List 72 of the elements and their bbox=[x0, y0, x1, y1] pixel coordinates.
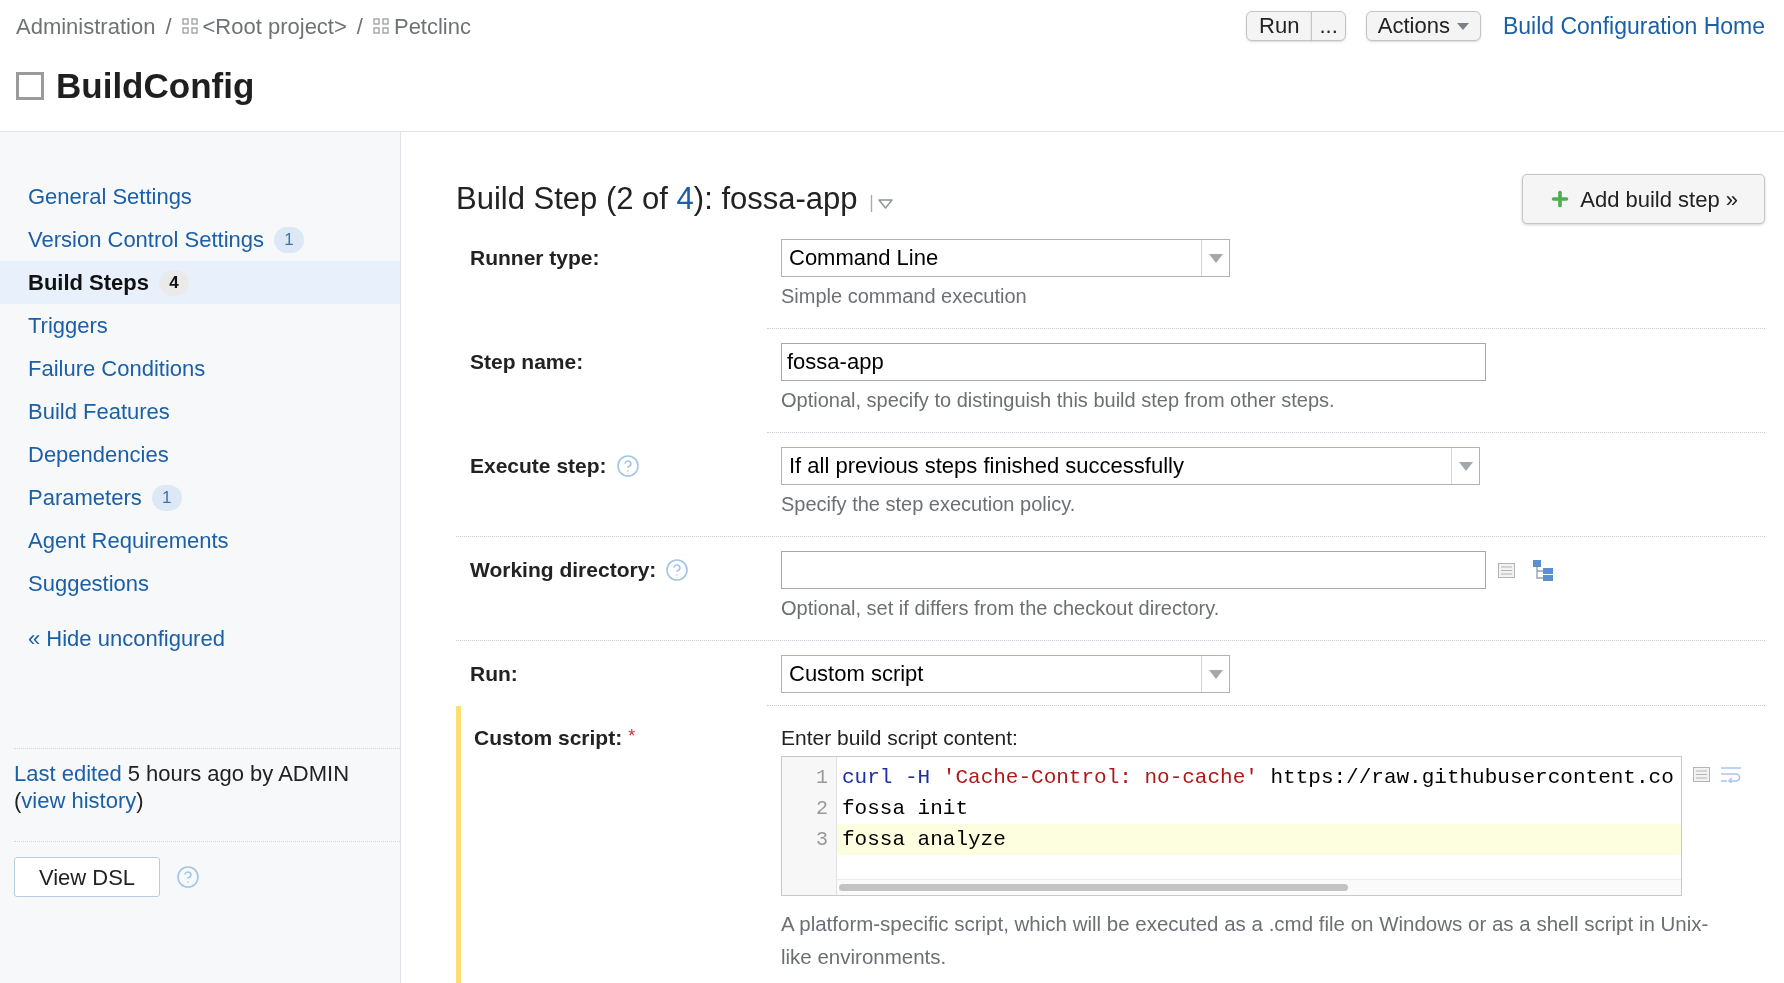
code-line: curl -H 'Cache-Control: no-cache' https://raw.githubusercontent.co bbox=[842, 764, 1674, 791]
dropdown-select[interactable]: Custom script bbox=[781, 655, 1230, 693]
heading-link[interactable]: 4 bbox=[676, 181, 694, 216]
field-label: Custom script: bbox=[474, 725, 623, 751]
help-icon[interactable] bbox=[176, 865, 200, 889]
page-title: BuildConfig bbox=[56, 65, 255, 107]
field-hint: Simple command execution bbox=[781, 284, 1027, 309]
build-config-icon bbox=[16, 72, 44, 100]
add-build-step-button[interactable]: Add build step » bbox=[1522, 174, 1765, 224]
help-icon[interactable] bbox=[615, 454, 640, 478]
list-icon[interactable] bbox=[1498, 562, 1515, 578]
count-badge: 4 bbox=[159, 269, 189, 296]
count-badge: 1 bbox=[274, 226, 305, 253]
field-hint: Specify the step execution policy. bbox=[781, 492, 1076, 517]
home-link[interactable]: Build Configuration Home bbox=[1502, 8, 1765, 44]
line-number: 1 bbox=[816, 765, 828, 790]
code-line: fossa analyze bbox=[842, 826, 1006, 853]
text-link[interactable]: Last edited bbox=[14, 761, 122, 786]
horizontal-scrollbar[interactable] bbox=[839, 884, 1348, 891]
caret-icon bbox=[1208, 253, 1223, 263]
line-number: 3 bbox=[816, 827, 828, 852]
line-number: 2 bbox=[816, 796, 828, 821]
breadcrumb-link[interactable]: Petclinc bbox=[372, 9, 471, 43]
hide-unconfigured-link[interactable]: « Hide unconfigured bbox=[28, 625, 225, 653]
field-label: Step name: bbox=[470, 349, 584, 375]
sidebar-item[interactable]: Build Steps 4 bbox=[0, 261, 400, 304]
sidebar-item[interactable]: Build Features bbox=[0, 390, 400, 433]
required-mark: * bbox=[628, 725, 636, 748]
last-edited-note: Last edited 5 hours ago by ADMIN (view history) bbox=[14, 760, 351, 814]
field-label: Runner type: bbox=[470, 245, 600, 271]
help-icon[interactable] bbox=[665, 558, 690, 582]
breadcrumb-separator: / bbox=[165, 12, 172, 41]
sidebar-item[interactable]: Version Control Settings 1 bbox=[0, 218, 400, 261]
sidebar-item[interactable]: General Settings bbox=[0, 175, 400, 218]
field-label: Working directory: bbox=[470, 557, 657, 583]
field-hint: Optional, specify to distinguish this build step from other steps. bbox=[781, 388, 1335, 413]
caret-icon bbox=[1456, 22, 1469, 30]
sidebar-item[interactable]: Failure Conditions bbox=[0, 347, 400, 390]
caret-icon bbox=[1458, 461, 1473, 471]
path-input[interactable] bbox=[781, 551, 1486, 589]
wrap-icon[interactable] bbox=[1720, 766, 1742, 783]
run-button[interactable]: Run bbox=[1246, 11, 1313, 41]
field-intro: Enter build script content: bbox=[781, 725, 1018, 751]
caret-icon bbox=[1208, 669, 1223, 679]
tree-icon[interactable] bbox=[1532, 559, 1554, 581]
breadcrumb-link[interactable]: Administration bbox=[16, 9, 156, 43]
view-dsl-button[interactable]: View DSL bbox=[14, 857, 160, 897]
text-input[interactable]: fossa-app bbox=[781, 343, 1486, 381]
count-badge: 1 bbox=[151, 484, 182, 511]
code-line: fossa init bbox=[842, 795, 969, 822]
dropdown-caret-icon[interactable] bbox=[869, 193, 894, 213]
field-hint: A platform-specific script, which will be executed as a .cmd file on Windows or as a shell script in Unix-like environments. bbox=[781, 911, 1710, 970]
step-heading: Build Step (2 of 4): fossa-app bbox=[456, 180, 858, 218]
text-link[interactable]: view history bbox=[21, 788, 137, 813]
sidebar-item[interactable]: Dependencies bbox=[0, 433, 400, 476]
sidebar-item[interactable]: Triggers bbox=[0, 304, 400, 347]
project-grid-icon bbox=[372, 18, 389, 34]
project-grid-icon bbox=[181, 18, 198, 34]
list-icon[interactable] bbox=[1693, 767, 1710, 782]
dropdown-select[interactable]: Command Line bbox=[781, 239, 1230, 277]
actions-button[interactable]: Actions bbox=[1365, 11, 1481, 41]
run-options-button[interactable]: ... bbox=[1311, 11, 1346, 41]
field-label: Run: bbox=[470, 661, 518, 687]
sidebar-item[interactable]: Agent Requirements bbox=[0, 519, 400, 562]
breadcrumb-link[interactable]: <Root project> bbox=[181, 9, 347, 43]
sidebar-item[interactable]: Suggestions bbox=[0, 562, 400, 605]
breadcrumb-separator: / bbox=[356, 12, 363, 41]
dropdown-select[interactable]: If all previous steps finished successfully bbox=[781, 447, 1480, 485]
code-editor[interactable]: 1 2 3 curl -H 'Cache-Control: no-cache' https://raw.githubusercontent.co fossa init fossa analyze bbox=[781, 756, 1682, 896]
sidebar-item[interactable]: Parameters 1 bbox=[0, 476, 400, 519]
field-label: Execute step: bbox=[470, 453, 607, 479]
field-hint: Optional, set if differs from the checkout directory. bbox=[781, 596, 1220, 621]
